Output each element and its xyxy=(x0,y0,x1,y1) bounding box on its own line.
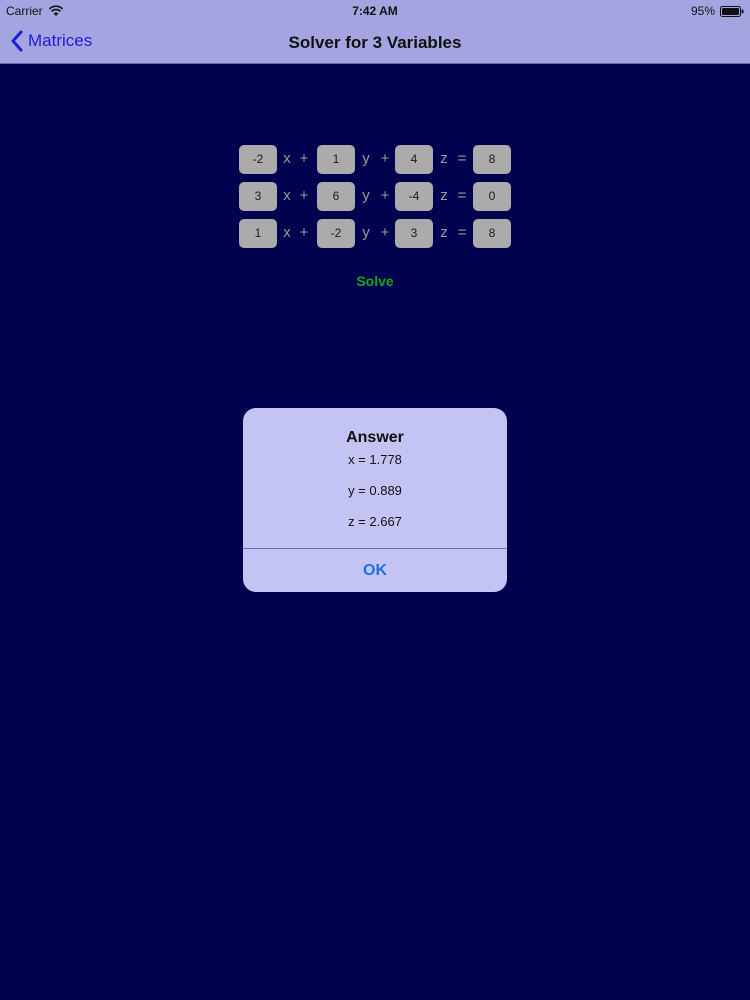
equation-row: 3 x + 6 y + -4 z = 0 xyxy=(239,182,512,212)
status-time: 7:42 AM xyxy=(352,4,398,18)
equals-sign: = xyxy=(457,150,467,167)
variable-z-label: z xyxy=(440,150,448,167)
answer-y: y = 0.889 xyxy=(348,483,402,498)
battery-icon xyxy=(720,5,744,17)
variable-z-label: z xyxy=(440,187,448,204)
battery-percent: 95% xyxy=(690,4,715,18)
equation-row: 1 x + -2 y + 3 z = 8 xyxy=(239,219,512,249)
variable-y-label: y xyxy=(362,187,370,204)
coefficient-y-input[interactable]: 1 xyxy=(317,145,355,174)
answer-x: x = 1.778 xyxy=(348,452,402,467)
status-battery: 95% xyxy=(691,4,744,18)
coefficient-z-input[interactable]: 4 xyxy=(395,145,433,174)
plus-sign: + xyxy=(299,187,309,204)
navigation-bar: Matrices Solver for 3 Variables xyxy=(0,22,750,64)
equation-grid: -2 x + 1 y + 4 z = 8 3 x + 6 y + -4 z = … xyxy=(239,145,512,256)
equals-sign: = xyxy=(457,187,467,204)
answer-z: z = 2.667 xyxy=(348,514,402,529)
variable-y-label: y xyxy=(362,150,370,167)
coefficient-z-input[interactable]: 3 xyxy=(395,219,433,248)
equation-row: -2 x + 1 y + 4 z = 8 xyxy=(239,145,512,175)
plus-sign: + xyxy=(299,224,309,241)
coefficient-x-input[interactable]: 1 xyxy=(239,219,277,248)
variable-x-label: x xyxy=(283,187,291,204)
variable-y-label: y xyxy=(362,224,370,241)
answer-alert: Answer x = 1.778 y = 0.889 z = 2.667 OK xyxy=(243,408,507,592)
variable-z-label: z xyxy=(440,224,448,241)
coefficient-y-input[interactable]: -2 xyxy=(317,219,355,248)
alert-title: Answer xyxy=(346,429,404,446)
variable-x-label: x xyxy=(283,150,291,167)
result-input[interactable]: 8 xyxy=(473,145,511,174)
ok-button[interactable]: OK xyxy=(243,549,507,592)
result-input[interactable]: 0 xyxy=(473,182,511,211)
coefficient-z-input[interactable]: -4 xyxy=(395,182,433,211)
plus-sign: + xyxy=(380,224,390,241)
status-bar: Carrier 7:42 AM 95% xyxy=(0,0,750,22)
page-title: Solver for 3 Variables xyxy=(288,33,462,52)
equals-sign: = xyxy=(457,224,467,241)
plus-sign: + xyxy=(380,150,390,167)
variable-x-label: x xyxy=(283,224,291,241)
result-input[interactable]: 8 xyxy=(473,219,511,248)
plus-sign: + xyxy=(380,187,390,204)
coefficient-x-input[interactable]: -2 xyxy=(239,145,277,174)
coefficient-x-input[interactable]: 3 xyxy=(239,182,277,211)
plus-sign: + xyxy=(299,150,309,167)
solve-button[interactable]: Solve xyxy=(0,273,750,289)
coefficient-y-input[interactable]: 6 xyxy=(317,182,355,211)
